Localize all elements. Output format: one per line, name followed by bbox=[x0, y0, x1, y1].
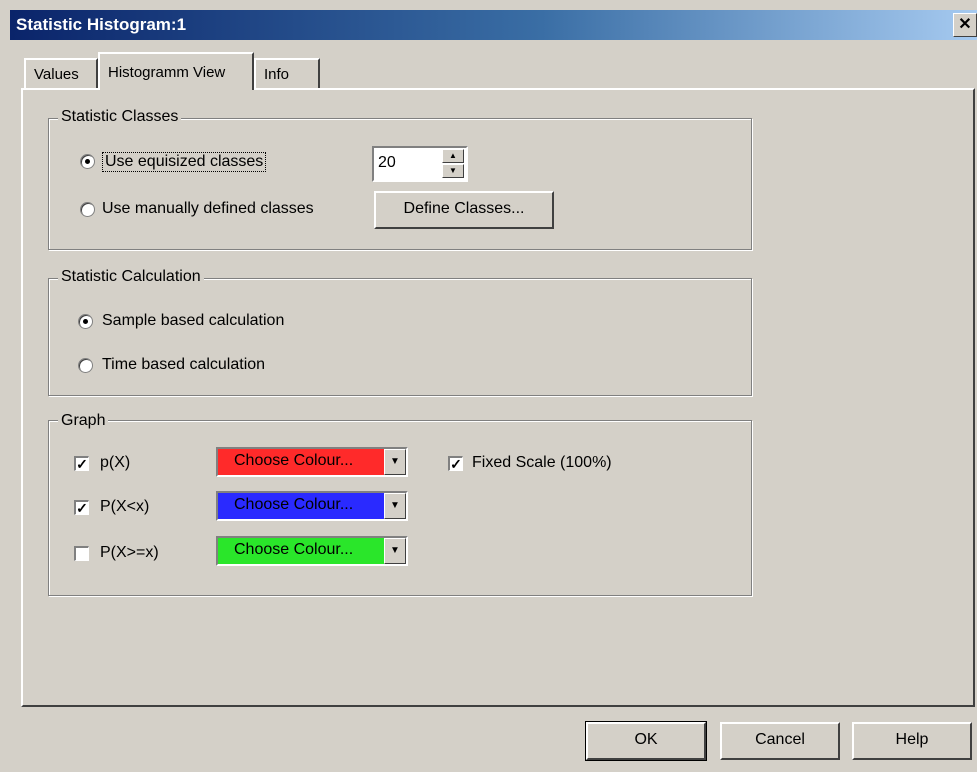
sample-label[interactable]: Sample based calculation bbox=[102, 312, 284, 330]
manual-label[interactable]: Use manually defined classes bbox=[102, 200, 314, 218]
cancel-button[interactable]: Cancel bbox=[720, 722, 840, 760]
class-count-stepper[interactable]: 20 ▲ ▼ bbox=[372, 146, 468, 182]
colour-select-label: Choose Colour... bbox=[234, 452, 354, 469]
equisized-radio[interactable] bbox=[80, 154, 95, 169]
cumulative-ge-colour-select[interactable]: Choose Colour... ▼ bbox=[216, 536, 408, 566]
chevron-down-icon[interactable]: ▼ bbox=[384, 493, 406, 519]
help-button[interactable]: Help bbox=[852, 722, 972, 760]
group-title: Statistic Calculation bbox=[58, 268, 204, 286]
tab-label: Values bbox=[34, 66, 79, 83]
time-label[interactable]: Time based calculation bbox=[102, 356, 265, 374]
tab-histogramm-view[interactable]: Histogramm View bbox=[98, 52, 254, 90]
equisized-label[interactable]: Use equisized classes bbox=[102, 152, 267, 172]
ok-button[interactable]: OK bbox=[585, 721, 707, 761]
group-title: Statistic Classes bbox=[58, 108, 182, 126]
chevron-down-icon[interactable]: ▼ bbox=[384, 449, 406, 475]
define-classes-button[interactable]: Define Classes... bbox=[374, 191, 554, 229]
px-colour-select[interactable]: Choose Colour... ▼ bbox=[216, 447, 408, 477]
tab-label: Histogramm View bbox=[108, 64, 226, 81]
window-title: Statistic Histogram:1 bbox=[16, 15, 187, 34]
class-count-value[interactable]: 20 bbox=[378, 154, 396, 172]
cumulative-ge-label: P(X>=x) bbox=[100, 544, 159, 561]
cumulative-ge-checkbox[interactable] bbox=[74, 546, 89, 561]
cumulative-lt-checkbox[interactable]: ✓ bbox=[74, 500, 89, 515]
colour-select-label: Choose Colour... bbox=[234, 496, 354, 513]
manual-radio[interactable] bbox=[80, 202, 95, 217]
chevron-down-icon[interactable]: ▼ bbox=[384, 538, 406, 564]
tab-label: Info bbox=[264, 66, 290, 83]
time-radio[interactable] bbox=[78, 358, 93, 373]
spin-down-icon[interactable]: ▼ bbox=[442, 164, 464, 178]
px-checkbox[interactable]: ✓ bbox=[74, 456, 89, 471]
group-title: Graph bbox=[58, 412, 109, 430]
fixed-scale-checkbox[interactable]: ✓ bbox=[448, 456, 463, 471]
px-label: p(X) bbox=[100, 454, 131, 471]
statistic-calculation-group bbox=[48, 278, 752, 396]
cumulative-lt-label: P(X<x) bbox=[100, 498, 150, 515]
tab-info[interactable]: Info bbox=[254, 58, 320, 88]
fixed-scale-label: Fixed Scale (100%) bbox=[472, 454, 612, 471]
close-icon[interactable]: ✕ bbox=[953, 13, 977, 37]
sample-radio[interactable] bbox=[78, 314, 93, 329]
spin-up-icon[interactable]: ▲ bbox=[442, 149, 464, 163]
tab-values[interactable]: Values bbox=[24, 58, 98, 88]
cumulative-lt-colour-select[interactable]: Choose Colour... ▼ bbox=[216, 491, 408, 521]
statistic-classes-group bbox=[48, 118, 752, 250]
title-bar: Statistic Histogram:1 ✕ bbox=[10, 10, 977, 40]
colour-select-label: Choose Colour... bbox=[234, 541, 354, 558]
